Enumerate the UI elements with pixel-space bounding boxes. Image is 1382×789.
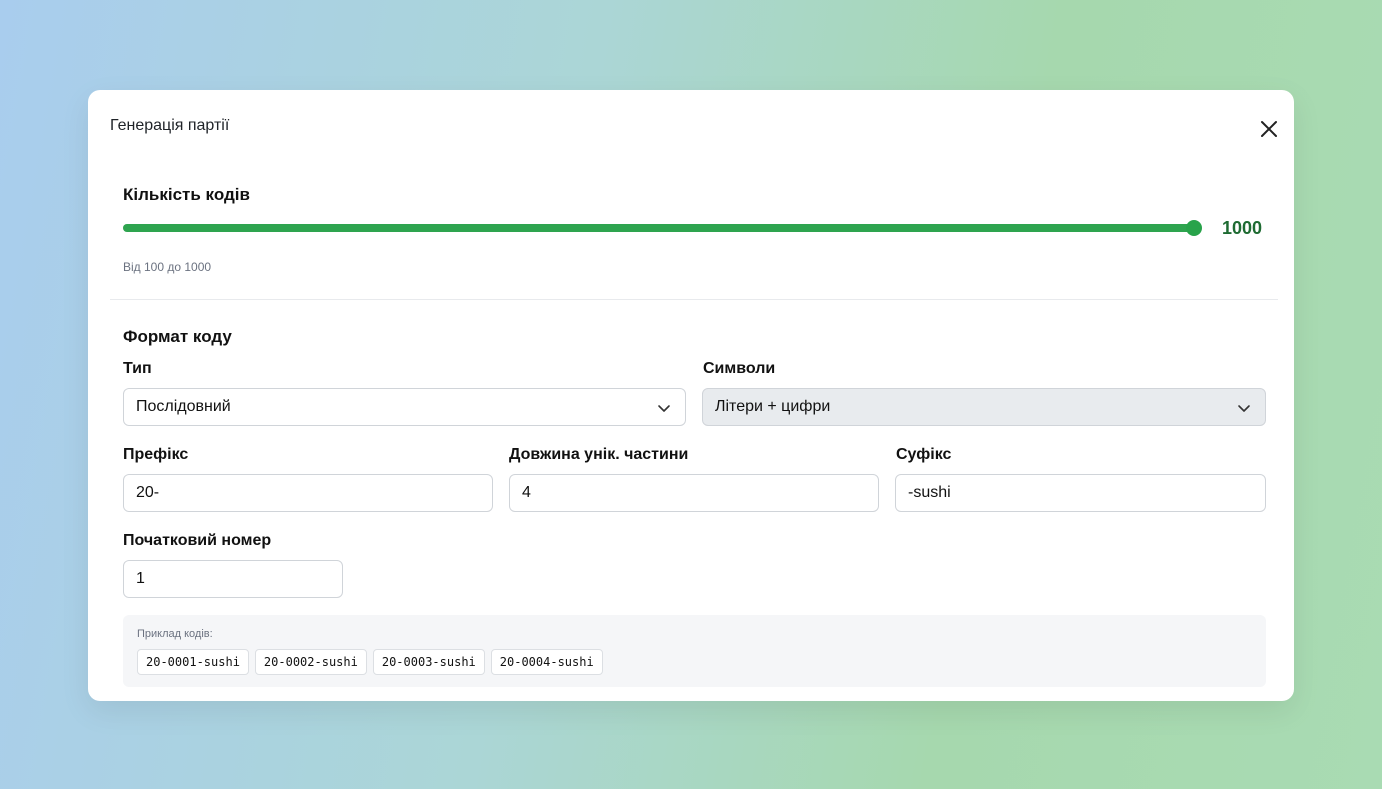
suffix-label: Суфікс xyxy=(896,446,952,463)
length-input-value: 4 xyxy=(522,484,531,501)
quantity-slider-track[interactable] xyxy=(123,224,1194,232)
quantity-section-title: Кількість кодів xyxy=(123,185,250,204)
type-label: Тип xyxy=(123,360,152,377)
prefix-label: Префікс xyxy=(123,446,189,463)
example-code-chip: 20-0004-sushi xyxy=(490,649,603,675)
symbols-select[interactable]: Літери + цифри xyxy=(702,388,1266,426)
close-icon xyxy=(1261,121,1277,137)
example-codes-panel: Приклад кодів: 20-0001-sushi 20-0002-sus… xyxy=(123,615,1266,687)
symbols-label: Символи xyxy=(703,360,776,377)
chevron-down-icon xyxy=(1238,405,1250,412)
example-code-chip: 20-0003-sushi xyxy=(372,649,485,675)
start-number-label: Початковий номер xyxy=(123,532,272,549)
quantity-slider-fill xyxy=(123,224,1194,232)
prefix-input[interactable]: 20- xyxy=(123,474,493,512)
symbols-select-value: Літери + цифри xyxy=(715,398,831,415)
start-number-input[interactable]: 1 xyxy=(123,560,343,598)
type-select[interactable]: Послідовний xyxy=(123,388,686,426)
section-divider xyxy=(110,299,1278,300)
prefix-input-value: 20- xyxy=(136,484,160,501)
length-label: Довжина унік. частини xyxy=(509,446,689,463)
length-input[interactable]: 4 xyxy=(509,474,879,512)
example-codes-list: 20-0001-sushi 20-0002-sushi 20-0003-sush… xyxy=(137,649,603,675)
suffix-input[interactable]: -sushi xyxy=(895,474,1266,512)
quantity-value: 1000 xyxy=(1222,218,1263,238)
example-codes-label: Приклад кодів: xyxy=(137,628,213,640)
example-code-chip: 20-0001-sushi xyxy=(137,649,249,675)
suffix-input-value: -sushi xyxy=(908,484,951,501)
format-section-title: Формат коду xyxy=(123,327,232,346)
generate-batch-modal: Генерація партії Кількість кодів 1000 Ві… xyxy=(88,90,1294,701)
modal-title: Генерація партії xyxy=(110,117,230,134)
chevron-down-icon xyxy=(658,405,670,412)
start-number-input-value: 1 xyxy=(136,570,145,587)
close-button[interactable] xyxy=(1256,116,1282,142)
type-select-value: Послідовний xyxy=(136,398,231,415)
quantity-slider-thumb[interactable] xyxy=(1186,220,1202,236)
quantity-range-hint: Від 100 до 1000 xyxy=(123,260,212,274)
example-code-chip: 20-0002-sushi xyxy=(254,649,367,675)
